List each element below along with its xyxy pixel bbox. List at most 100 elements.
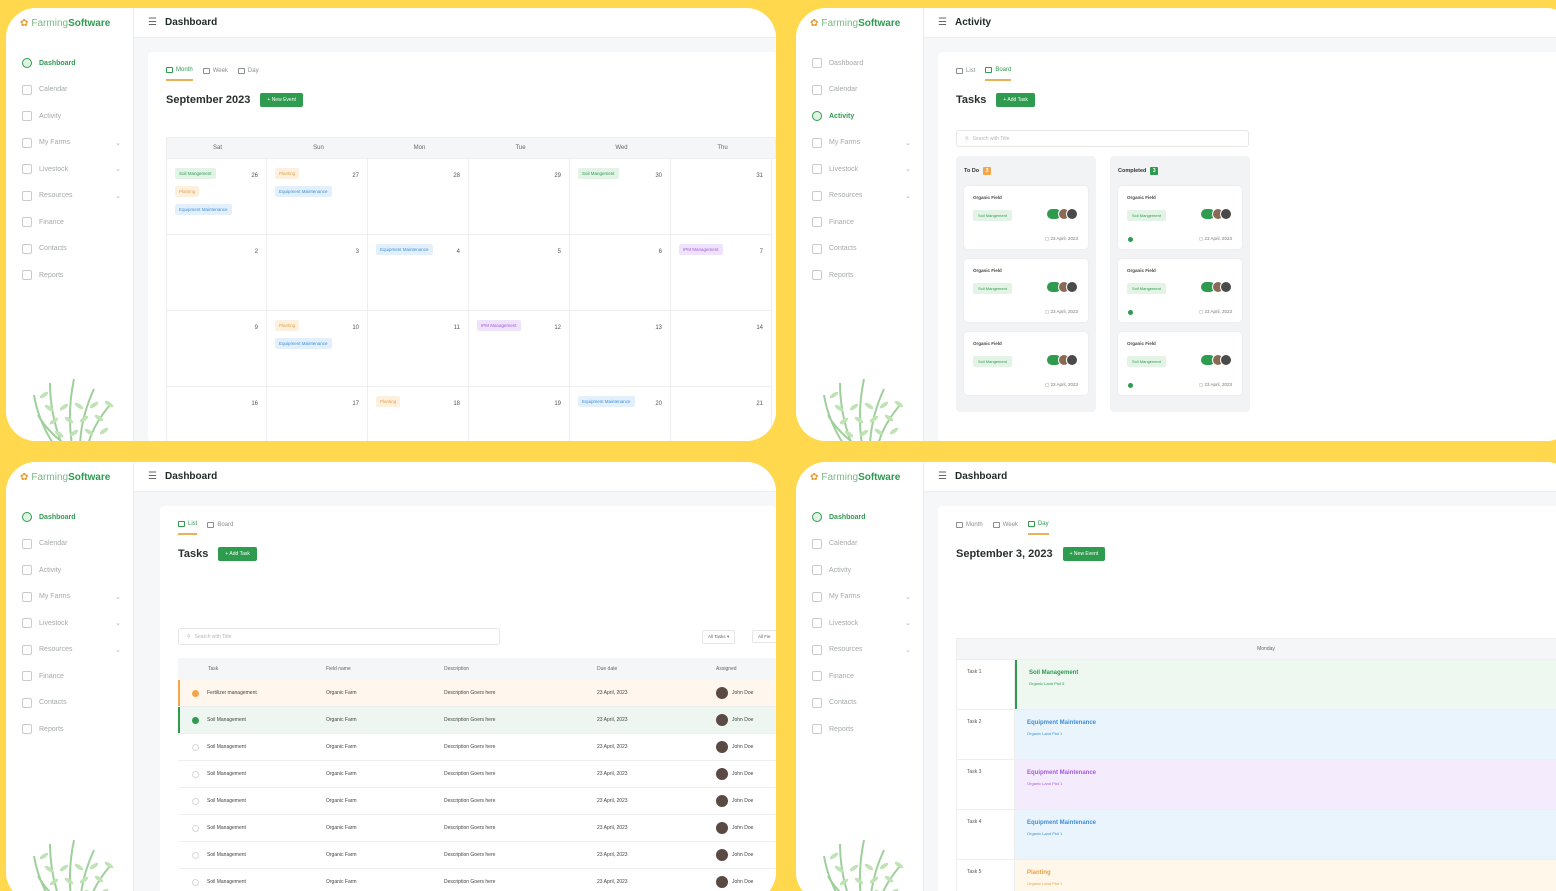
table-row[interactable]: Soil Management Organic Farm Description G… [178, 707, 776, 734]
menu-icon[interactable]: ☰ [148, 17, 157, 28]
sidebar-item-activity[interactable]: Activity [796, 557, 923, 584]
sidebar-item-calendar[interactable]: Calendar [6, 77, 133, 104]
day-cell[interactable]: 13 [570, 311, 671, 387]
table-row[interactable]: Soil Management Organic Farm Description G… [178, 788, 776, 815]
brand-logo[interactable]: ✿ Farming Software [796, 462, 923, 492]
sidebar-item-activity[interactable]: Activity [6, 557, 133, 584]
sidebar-item-resources[interactable]: Resources ⌄ [796, 637, 923, 664]
day-cell[interactable]: 18 Planting [368, 387, 469, 441]
sidebar-item-contacts[interactable]: Contacts [6, 236, 133, 263]
sidebar-item-my-farms[interactable]: My Farms ⌄ [6, 130, 133, 157]
day-cell[interactable]: 5 [469, 235, 570, 311]
event-chip[interactable]: Planting [275, 320, 300, 331]
tab-day[interactable]: Day [237, 67, 259, 81]
day-cell[interactable]: 20 Equipment Maintenance [570, 387, 671, 441]
table-row[interactable]: Soil Management Organic Farm Description G… [178, 761, 776, 788]
sidebar-item-dashboard[interactable]: Dashboard [796, 50, 923, 77]
day-event[interactable]: Planting Organic Land Plot 1 [1015, 860, 1556, 891]
event-chip[interactable]: Equipment Maintenance [275, 186, 332, 197]
event-chip[interactable]: Equipment Maintenance [175, 204, 232, 215]
tab-list[interactable]: List [178, 521, 198, 535]
task-checkbox[interactable] [192, 851, 199, 859]
sidebar-item-livestock[interactable]: Livestock ⌄ [6, 156, 133, 183]
sidebar-item-my-farms[interactable]: My Farms ⌄ [6, 584, 133, 611]
event-chip[interactable]: Planting [275, 168, 300, 179]
sidebar-item-reports[interactable]: Reports [796, 262, 923, 289]
table-row[interactable]: Soil Management Organic Farm Description G… [178, 734, 776, 761]
sidebar-item-finance[interactable]: Finance [796, 663, 923, 690]
tab-week[interactable]: Week [992, 521, 1018, 535]
day-cell[interactable]: 3 [267, 235, 368, 311]
task-card[interactable]: Organic Field Soil Mangement ▢ 23 April, 2… [1118, 186, 1242, 249]
tab-month[interactable]: Month [956, 521, 983, 535]
task-card[interactable]: Organic Field Soil Mangement ▢ 23 April, 2… [964, 259, 1088, 322]
tab-board[interactable]: Board [985, 67, 1012, 81]
task-checkbox[interactable] [192, 743, 199, 751]
table-row[interactable]: Soil Management Organic Farm Description G… [178, 842, 776, 869]
event-chip[interactable]: Planting [376, 396, 401, 407]
task-checkbox[interactable] [192, 797, 199, 805]
sidebar-item-livestock[interactable]: Livestock ⌄ [6, 610, 133, 637]
tab-list[interactable]: List [956, 67, 975, 81]
add-task-button[interactable]: + Add Task [996, 93, 1035, 107]
event-chip[interactable]: Equipment Maintenance [578, 396, 635, 407]
task-checkbox[interactable] [192, 824, 199, 832]
add-task-button[interactable]: + Add Task [218, 547, 257, 561]
sidebar-item-calendar[interactable]: Calendar [796, 77, 923, 104]
sidebar-item-contacts[interactable]: Contacts [796, 236, 923, 263]
table-row[interactable]: Soil Management Organic Farm Description G… [178, 815, 776, 842]
task-checkbox[interactable] [192, 716, 199, 724]
menu-icon[interactable]: ☰ [938, 17, 947, 28]
sidebar-item-finance[interactable]: Finance [6, 209, 133, 236]
event-chip[interactable]: Soil Mangement [578, 168, 619, 179]
day-event[interactable]: Equipment Maintenance Organic Land Plot 1 [1015, 760, 1556, 809]
task-checkbox[interactable] [192, 878, 199, 886]
sidebar-item-calendar[interactable]: Calendar [6, 531, 133, 558]
sidebar-item-contacts[interactable]: Contacts [796, 690, 923, 717]
sidebar-item-livestock[interactable]: Livestock ⌄ [796, 156, 923, 183]
day-cell[interactable]: 31 [671, 159, 772, 235]
sidebar-item-resources[interactable]: Resources ⌄ [6, 183, 133, 210]
tab-month[interactable]: Month [166, 67, 193, 81]
task-card[interactable]: Organic Field Soil Mangement ▢ 23 April, 2… [964, 186, 1088, 249]
sidebar-item-finance[interactable]: Finance [6, 663, 133, 690]
day-cell[interactable]: 19 [469, 387, 570, 441]
day-event[interactable]: Equipment Maintenance Organic Land Plot 1 [1015, 810, 1556, 859]
day-cell[interactable]: 30 Soil Mangement [570, 159, 671, 235]
menu-icon[interactable]: ☰ [148, 471, 157, 482]
brand-logo[interactable]: ✿ Farming Software [6, 8, 133, 38]
event-chip[interactable]: Soil Mangement [175, 168, 216, 179]
sidebar-item-dashboard[interactable]: Dashboard [796, 504, 923, 531]
task-card[interactable]: Organic Field Soil Mangement ▢ 23 April, 2… [964, 332, 1088, 395]
event-chip[interactable]: IPM Management [477, 320, 521, 331]
event-chip[interactable]: Planting [175, 186, 200, 197]
day-cell[interactable]: 21 [671, 387, 772, 441]
brand-logo[interactable]: ✿ Farming Software [6, 462, 133, 492]
tab-week[interactable]: Week [202, 67, 228, 81]
sidebar-item-calendar[interactable]: Calendar [796, 531, 923, 558]
day-cell[interactable]: 12 IPM Management [469, 311, 570, 387]
table-row[interactable]: Fertilizer management Organic Farm Descrip… [178, 680, 776, 707]
menu-icon[interactable]: ☰ [938, 471, 947, 482]
sidebar-item-my-farms[interactable]: My Farms ⌄ [796, 130, 923, 157]
sidebar-item-finance[interactable]: Finance [796, 209, 923, 236]
new-event-button[interactable]: + New Event [260, 93, 303, 107]
sidebar-item-resources[interactable]: Resources ⌄ [796, 183, 923, 210]
search-input[interactable]: ⚲ Search with Title [178, 628, 500, 645]
field-filter-select[interactable]: All Fie [752, 630, 776, 643]
sidebar-item-livestock[interactable]: Livestock ⌄ [796, 610, 923, 637]
event-chip[interactable]: Equipment Maintenance [275, 338, 332, 349]
tab-day[interactable]: Day [1027, 521, 1049, 535]
sidebar-item-reports[interactable]: Reports [796, 716, 923, 743]
day-cell[interactable]: 14 [671, 311, 772, 387]
sidebar-item-activity[interactable]: Activity [796, 103, 923, 130]
search-input[interactable]: ⚲ Search with Title [956, 130, 1249, 147]
task-filter-select[interactable]: All Tasks ▾ [702, 630, 736, 644]
day-cell[interactable]: 26 Soil Mangement Planting Equipment Mainte… [166, 159, 267, 235]
new-event-button[interactable]: + New Event [1062, 547, 1106, 561]
day-cell[interactable]: 28 [368, 159, 469, 235]
task-checkbox[interactable] [192, 770, 199, 778]
sidebar-item-dashboard[interactable]: Dashboard [6, 50, 133, 77]
event-chip[interactable]: IPM Management [679, 244, 723, 255]
day-cell[interactable]: 11 [368, 311, 469, 387]
